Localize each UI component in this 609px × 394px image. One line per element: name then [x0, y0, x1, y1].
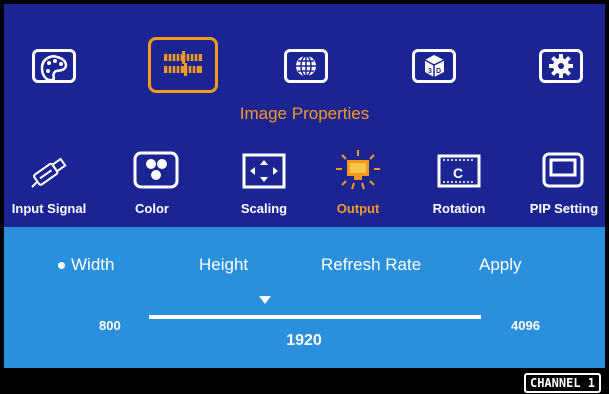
submenu-pip-setting[interactable]: PIP Setting	[514, 149, 609, 219]
palette-icon	[40, 55, 68, 82]
option-refresh-rate[interactable]: Refresh Rate	[321, 255, 421, 275]
output-settings-panel: Width Height Refresh Rate Apply 800 4096…	[4, 227, 605, 368]
submenu-scaling-label: Scaling	[240, 201, 288, 216]
image-properties-menu-button[interactable]	[148, 37, 218, 93]
adjust-bars-icon	[164, 51, 202, 76]
submenu-rotation[interactable]: C Rotation	[409, 149, 509, 219]
status-bar: CHANNEL 1	[0, 368, 609, 394]
width-slider-thumb[interactable]	[259, 296, 271, 304]
gear-icon	[549, 54, 573, 78]
output-monitor-icon	[336, 150, 380, 190]
svg-text:D: D	[436, 68, 441, 75]
palette-menu-button[interactable]	[24, 42, 84, 90]
network-menu-button[interactable]	[276, 42, 336, 90]
submenu-output[interactable]: Output	[308, 149, 408, 219]
channel-badge: CHANNEL 1	[523, 373, 601, 393]
option-apply[interactable]: Apply	[479, 255, 522, 275]
pip-window-icon	[542, 152, 584, 188]
selection-bullet-icon	[58, 262, 65, 269]
3d-cube-icon: 3 D	[424, 55, 445, 77]
svg-text:3: 3	[428, 68, 432, 75]
rotation-icon: C	[437, 154, 481, 188]
color-dots-icon	[133, 151, 179, 189]
settings-menu-button[interactable]	[531, 42, 591, 90]
width-slider-track[interactable]	[149, 315, 481, 319]
submenu-color[interactable]: Color	[106, 149, 206, 219]
option-width[interactable]: Width	[71, 255, 114, 275]
slider-value: 1920	[286, 332, 322, 349]
scaling-arrows-icon	[242, 153, 286, 189]
globe-icon	[296, 55, 316, 77]
3d-menu-button[interactable]: 3 D	[404, 42, 464, 90]
slider-max-label: 4096	[511, 318, 540, 333]
submenu-scaling[interactable]: Scaling	[214, 149, 314, 219]
section-title: Image Properties	[239, 104, 370, 123]
submenu-output-label: Output	[336, 201, 380, 216]
submenu-rotation-label: Rotation	[432, 201, 486, 216]
option-height[interactable]: Height	[199, 255, 248, 275]
submenu-input-signal-label: Input Signal	[11, 201, 87, 216]
slider-min-label: 800	[99, 318, 121, 333]
svg-text:C: C	[453, 165, 463, 181]
osd-screen: 3 D Image Properties Input Signal Color …	[0, 0, 609, 394]
submenu-pip-setting-label: PIP Setting	[529, 201, 599, 216]
submenu-input-signal[interactable]: Input Signal	[0, 149, 99, 219]
usb-plug-icon	[31, 157, 67, 188]
top-menu-panel: 3 D Image Properties Input Signal Color …	[4, 4, 605, 227]
submenu-color-label: Color	[135, 201, 169, 216]
